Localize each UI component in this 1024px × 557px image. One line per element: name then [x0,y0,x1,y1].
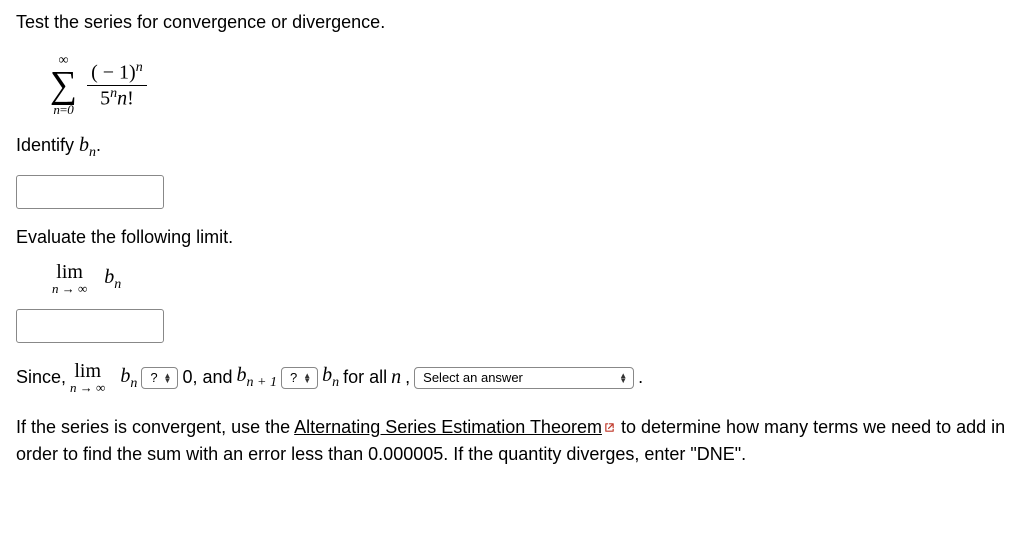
period: . [638,367,643,388]
limit-expression: lim n → ∞ bn [52,262,1008,295]
fraction-numerator: ( − 1)n [87,60,147,86]
for-all-text: for all [343,367,387,388]
question-prompt: Test the series for convergence or diver… [16,12,1008,33]
series-fraction: ( − 1)n 5nn! [87,60,147,110]
limit-input[interactable] [16,309,164,343]
identify-label: Identify bn. [16,134,1008,161]
dropdown-label: ? [290,370,297,385]
since-text: Since, [16,367,66,388]
lim-text: lim [56,262,83,282]
theorem-link[interactable]: Alternating Series Estimation Theorem [294,417,602,437]
limit-notation: lim n → ∞ [52,262,87,295]
evaluate-label: Evaluate the following limit. [16,227,1008,248]
updown-icon: ▲▼ [619,373,627,383]
dropdown-label: ? [150,370,157,385]
series-expression: ∞ ∑ n=0 ( − 1)n 5nn! [50,47,1008,116]
sigma-icon: ∑ [50,69,77,101]
updown-icon: ▲▼ [164,373,172,383]
compare-bn-dropdown[interactable]: ? ▲▼ [281,367,318,389]
updown-icon: ▲▼ [303,373,311,383]
zero-and-text: 0, and [182,367,232,388]
sigma-notation: ∞ ∑ n=0 [50,54,77,116]
answer-dropdown[interactable]: Select an answer ▲▼ [414,367,634,389]
fraction-denominator: 5nn! [96,86,138,111]
bn-input[interactable] [16,175,164,209]
external-link-icon [604,422,616,434]
final-instruction: If the series is convergent, use the Alt… [16,414,1008,468]
compare-zero-dropdown[interactable]: ? ▲▼ [141,367,178,389]
limit-notation-inline: lim n → ∞ [70,361,105,394]
sigma-lower-bound: n=0 [53,103,73,116]
lim-approach: n → ∞ [52,282,87,295]
dropdown-label: Select an answer [423,370,523,385]
conclusion-line: Since, lim n → ∞ bn ? ▲▼ 0, and bn + 1 ?… [16,361,1008,394]
